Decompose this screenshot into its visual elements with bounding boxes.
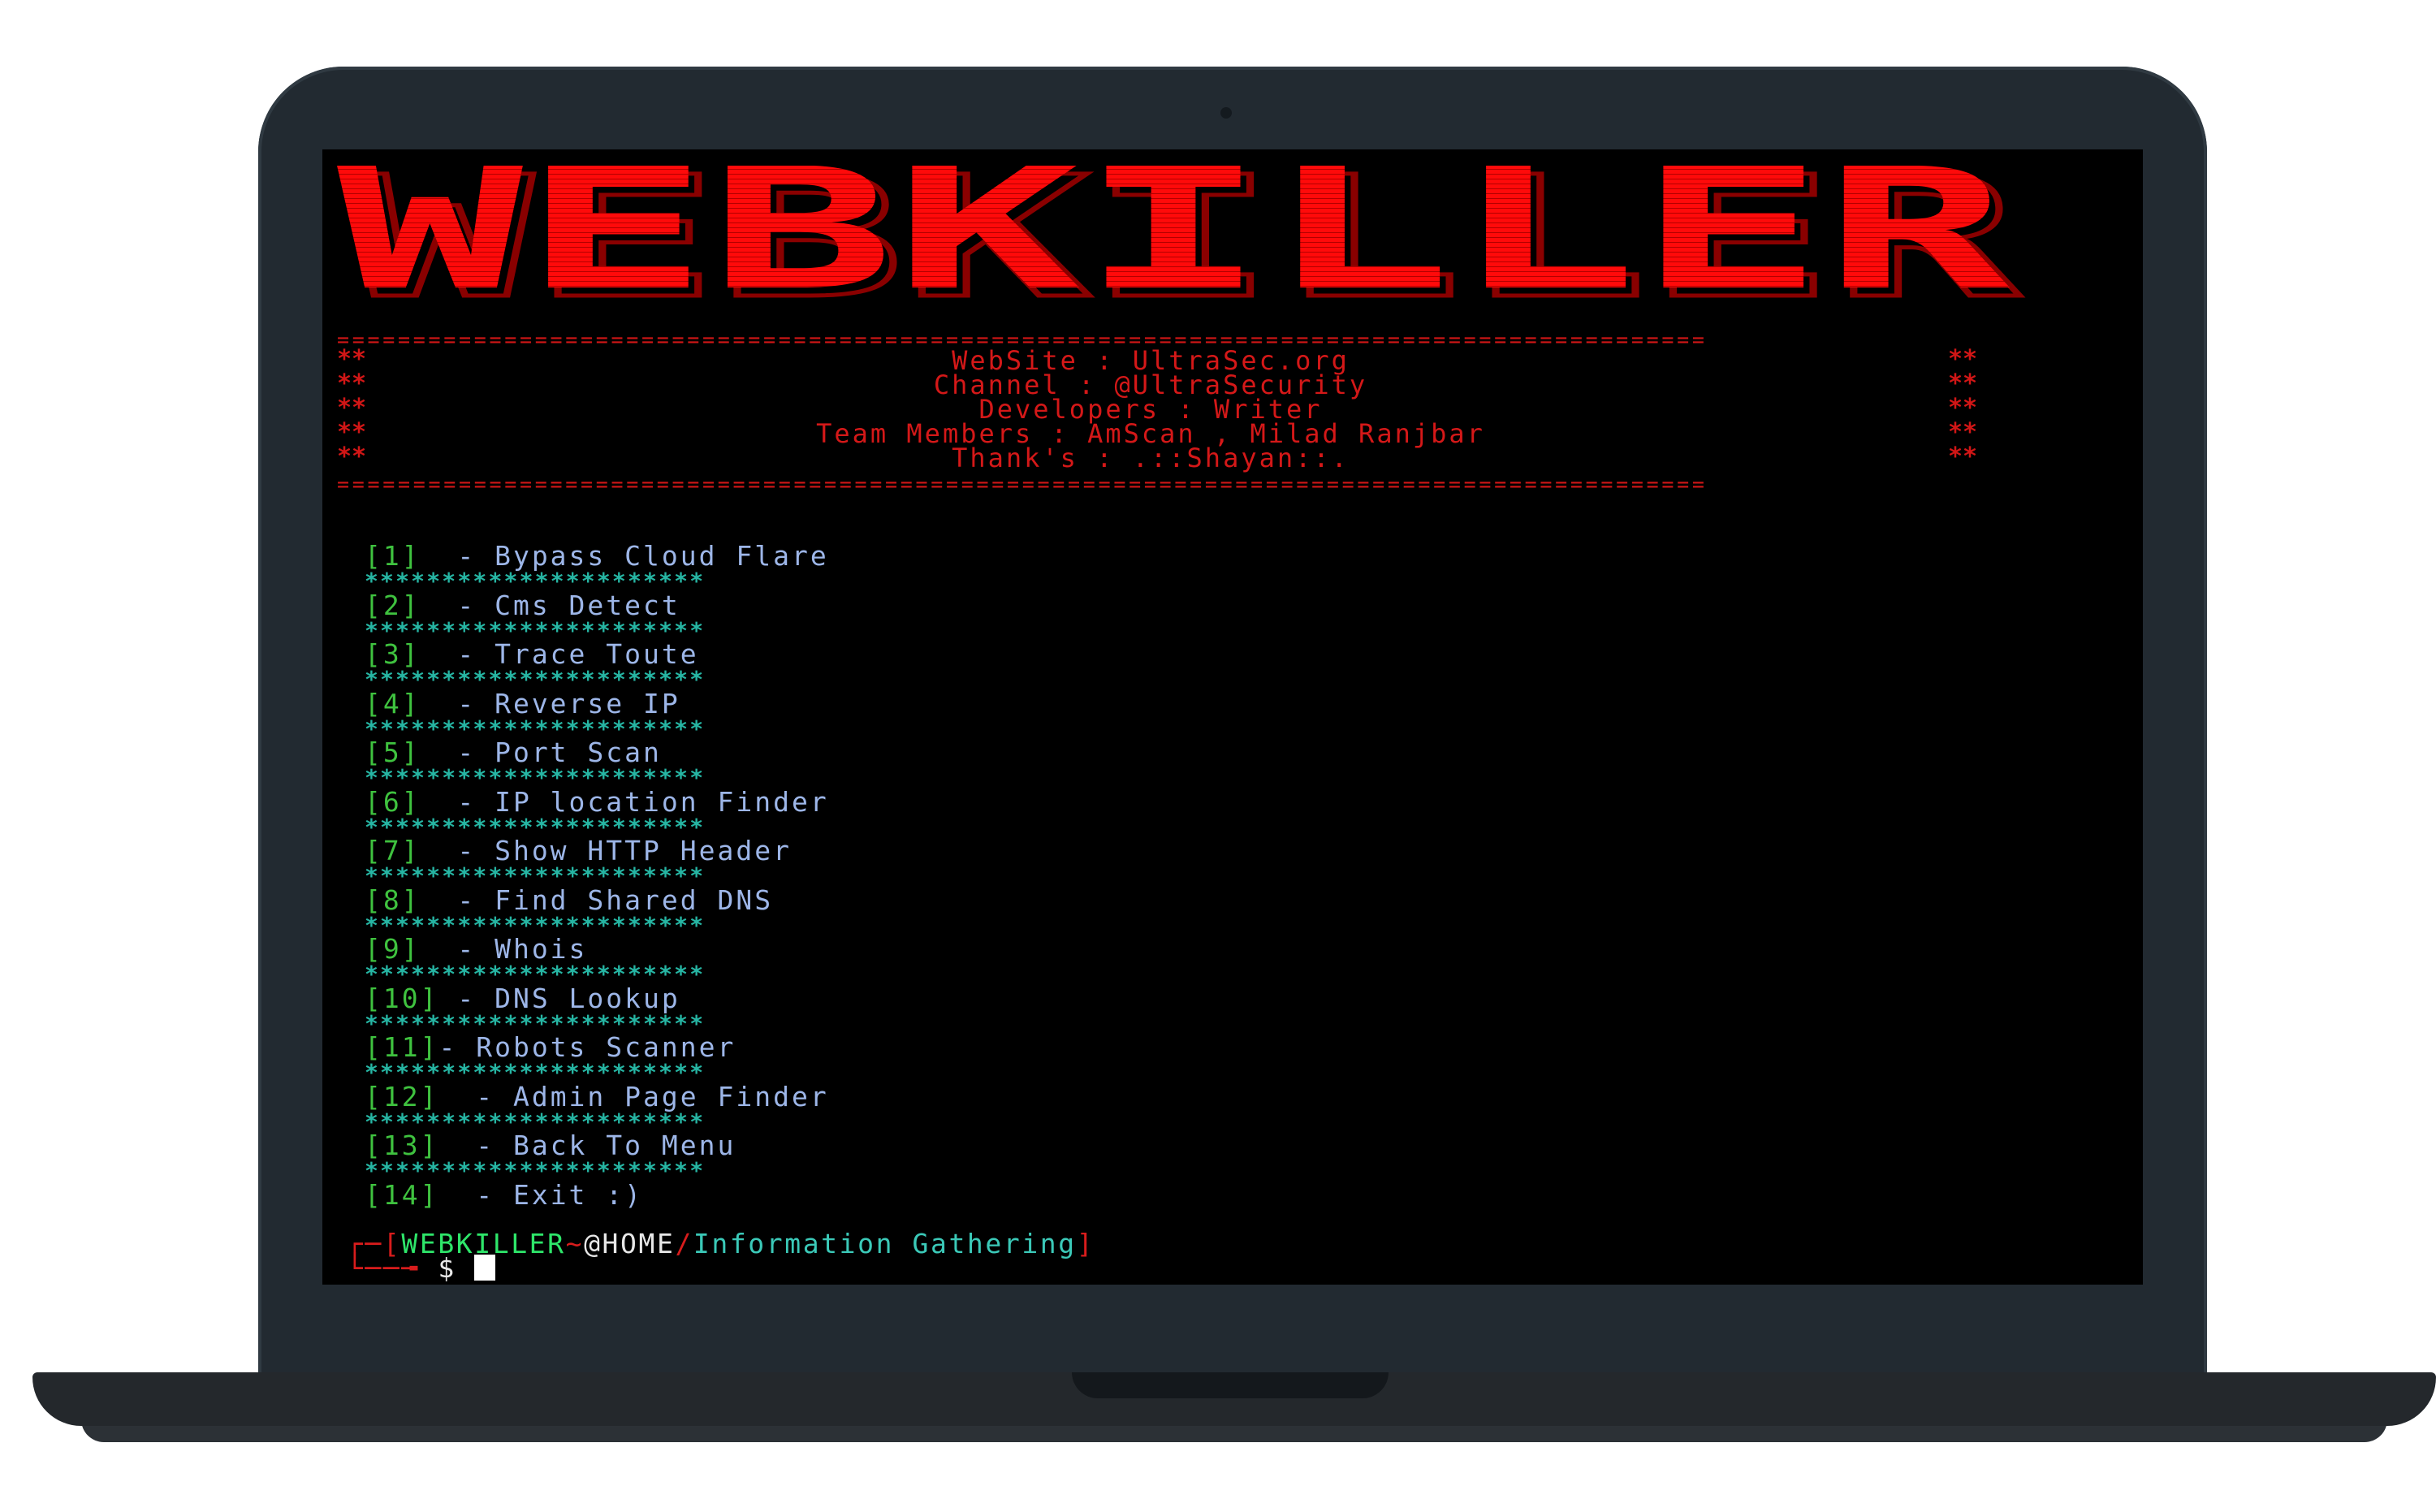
menu-item-robots-scanner[interactable]: [11]- Robots Scanner — [365, 1034, 736, 1061]
menu-item-cms-detect[interactable]: [2] - Cms Detect — [365, 592, 680, 619]
header-thanks: Thank's : .::Shayan::. — [952, 443, 1350, 473]
prompt-host: @HOME — [584, 1228, 676, 1259]
prompt-tilde: ~ — [565, 1228, 585, 1259]
menu-item-show-http-header[interactable]: [7] - Show HTTP Header — [365, 837, 792, 864]
webcam-icon — [1220, 107, 1232, 119]
terminal-window[interactable]: WEBKILLER WEBKILLER ====================… — [322, 149, 2143, 1285]
prompt-close: ] — [1076, 1228, 1095, 1259]
menu-item-back-to-menu[interactable]: [13] - Back To Menu — [365, 1132, 736, 1159]
prompt-corner-bottom: └──╼ — [347, 1252, 438, 1284]
menu-item-find-shared-dns[interactable]: [8] - Find Shared DNS — [365, 887, 773, 914]
menu-item-dns-lookup[interactable]: [10] - DNS Lookup — [365, 985, 680, 1012]
menu-item-ip-location-finder[interactable]: [6] - IP location Finder — [365, 788, 829, 815]
menu-item-admin-page-finder[interactable]: [12] - Admin Page Finder — [365, 1083, 829, 1110]
menu-item-reverse-ip[interactable]: [4] - Reverse IP — [365, 690, 680, 717]
webkiller-logo: WEBKILLER WEBKILLER — [337, 166, 2034, 312]
menu-item-trace-toute[interactable]: [3] - Trace Toute — [365, 641, 699, 667]
prompt-input-line[interactable]: └──╼ $ — [347, 1252, 496, 1284]
logo-text: WEBKILLER — [337, 166, 2011, 312]
menu-item-number: [14] — [365, 1179, 439, 1211]
prompt-path: Information Gathering — [693, 1228, 1077, 1259]
menu-item-label: - Exit :) — [438, 1179, 644, 1211]
menu-item-exit[interactable]: [14] - Exit :) — [365, 1182, 643, 1208]
header-rule-bottom: ========================================… — [337, 474, 1708, 495]
menu-item-whois[interactable]: [9] - Whois — [365, 935, 587, 962]
menu-item-bypass-cloud-flare[interactable]: [1] - Bypass Cloud Flare — [365, 542, 829, 569]
menu-item-port-scan[interactable]: [5] - Port Scan — [365, 739, 662, 766]
prompt-slash: / — [675, 1228, 693, 1259]
laptop-notch — [1072, 1372, 1389, 1398]
terminal-cursor[interactable] — [474, 1255, 496, 1281]
prompt-symbol: $ — [438, 1252, 456, 1284]
laptop-mockup: WEBKILLER WEBKILLER ====================… — [0, 0, 2436, 1512]
